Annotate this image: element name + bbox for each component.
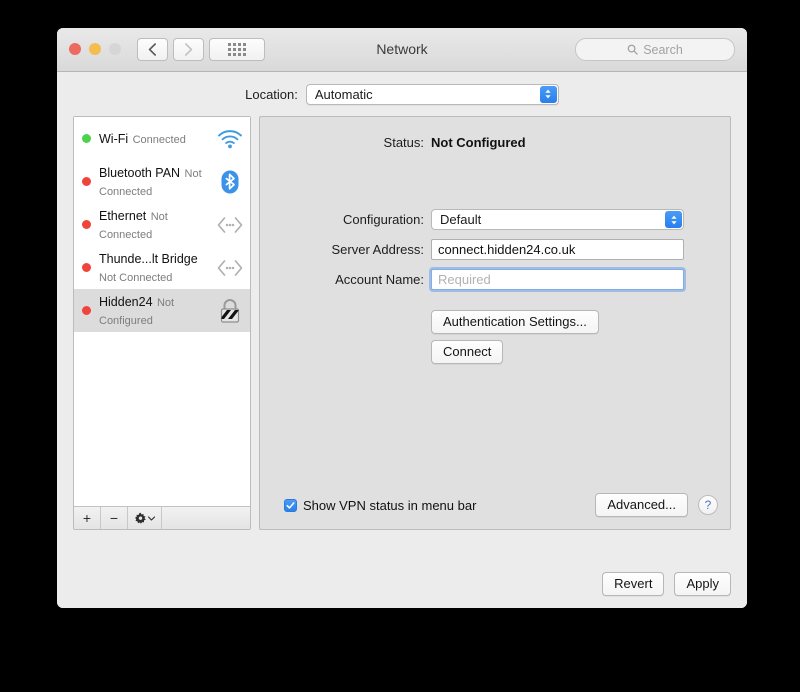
account-name-placeholder: Required bbox=[438, 272, 491, 287]
checkmark-icon bbox=[286, 501, 295, 509]
status-row: Status: Not Configured bbox=[260, 135, 730, 150]
panel-bottom-row: Show VPN status in menu bar Advanced... … bbox=[260, 493, 730, 517]
ethernet-icon bbox=[216, 211, 244, 239]
toolbar-filler bbox=[162, 507, 250, 529]
account-name-row: Account Name: Required bbox=[260, 269, 730, 290]
vpn-lock-icon bbox=[216, 297, 244, 325]
window-titlebar: Network Search bbox=[57, 28, 747, 72]
auth-settings-row: Authentication Settings... bbox=[260, 310, 730, 334]
search-icon bbox=[627, 44, 638, 55]
preferences-body: Wi-Fi Connected Bluetooth PAN Not Connec… bbox=[57, 116, 747, 608]
chevron-updown-icon bbox=[665, 211, 682, 228]
network-panel: Wi-Fi Connected Bluetooth PAN Not Connec… bbox=[73, 116, 731, 530]
location-select[interactable]: Automatic bbox=[305, 83, 559, 105]
chevron-down-icon bbox=[148, 515, 155, 521]
window-footer: Revert Apply bbox=[602, 572, 731, 596]
configuration-value: Default bbox=[440, 212, 482, 227]
location-value: Automatic bbox=[314, 86, 373, 102]
status-value: Not Configured bbox=[431, 135, 526, 150]
gear-icon bbox=[134, 512, 146, 524]
configuration-label: Configuration: bbox=[343, 212, 424, 227]
service-row-wifi[interactable]: Wi-Fi Connected bbox=[74, 117, 250, 160]
remove-service-button[interactable]: − bbox=[101, 507, 128, 529]
network-preferences-window: Network Search Location: Automatic Wi-Fi… bbox=[57, 28, 747, 608]
configuration-row: Configuration: Default bbox=[260, 209, 730, 230]
thunderbolt-bridge-icon bbox=[216, 254, 244, 282]
server-address-input[interactable]: connect.hidden24.co.uk bbox=[431, 239, 684, 260]
connect-row: Connect bbox=[260, 340, 730, 364]
service-detail-panel: Status: Not Configured Configuration: De… bbox=[259, 116, 731, 530]
auth-settings-spacer bbox=[260, 310, 431, 334]
service-row-thunderbolt-bridge[interactable]: Thunde...lt Bridge Not Connected bbox=[74, 246, 250, 289]
search-field[interactable]: Search bbox=[575, 38, 735, 61]
connect-button[interactable]: Connect bbox=[431, 340, 504, 364]
status-dot bbox=[82, 263, 91, 272]
vpn-fields: Configuration: Default Server Address: c… bbox=[260, 209, 730, 290]
chevron-updown-icon bbox=[539, 85, 557, 103]
service-name: Bluetooth PAN bbox=[99, 165, 181, 180]
location-label: Location: bbox=[245, 86, 298, 102]
service-name: Hidden24 bbox=[99, 294, 153, 309]
service-list: Wi-Fi Connected Bluetooth PAN Not Connec… bbox=[74, 117, 250, 506]
service-toolbar: + − bbox=[74, 506, 250, 529]
status-label: Status: bbox=[383, 135, 424, 150]
service-name: Ethernet bbox=[99, 208, 147, 223]
service-state: Not Connected bbox=[99, 271, 173, 284]
connect-spacer bbox=[260, 340, 431, 364]
help-button[interactable]: ? bbox=[698, 495, 718, 515]
service-state: Connected bbox=[132, 133, 186, 146]
wifi-icon bbox=[216, 125, 244, 153]
search-placeholder: Search bbox=[643, 42, 683, 57]
apply-button[interactable]: Apply bbox=[674, 572, 731, 596]
bluetooth-icon bbox=[216, 168, 244, 196]
service-sidebar: Wi-Fi Connected Bluetooth PAN Not Connec… bbox=[73, 116, 251, 530]
revert-button[interactable]: Revert bbox=[602, 572, 665, 596]
status-dot bbox=[82, 134, 91, 143]
service-name: Wi-Fi bbox=[99, 131, 129, 146]
service-row-ethernet[interactable]: Ethernet Not Connected bbox=[74, 203, 250, 246]
account-name-input[interactable]: Required bbox=[431, 269, 684, 290]
server-address-value: connect.hidden24.co.uk bbox=[438, 242, 576, 257]
show-vpn-status-checkbox[interactable]: Show VPN status in menu bar bbox=[284, 498, 476, 513]
service-row-bluetooth-pan[interactable]: Bluetooth PAN Not Connected bbox=[74, 160, 250, 203]
account-name-label: Account Name: bbox=[335, 272, 424, 287]
status-dot bbox=[82, 306, 91, 315]
checkbox-box bbox=[284, 498, 297, 512]
service-row-hidden24[interactable]: Hidden24 Not Configured bbox=[74, 289, 250, 332]
authentication-settings-button[interactable]: Authentication Settings... bbox=[431, 310, 599, 334]
server-address-label: Server Address: bbox=[331, 242, 425, 257]
server-address-row: Server Address: connect.hidden24.co.uk bbox=[260, 239, 730, 260]
status-dot bbox=[82, 177, 91, 186]
location-row: Location: Automatic bbox=[57, 72, 747, 116]
configuration-select[interactable]: Default bbox=[431, 209, 684, 230]
status-dot bbox=[82, 220, 91, 229]
service-actions-button[interactable] bbox=[128, 507, 162, 529]
add-service-button[interactable]: + bbox=[74, 507, 101, 529]
advanced-button[interactable]: Advanced... bbox=[595, 493, 688, 517]
show-vpn-status-label: Show VPN status in menu bar bbox=[303, 497, 477, 513]
service-name: Thunde...lt Bridge bbox=[99, 251, 198, 266]
